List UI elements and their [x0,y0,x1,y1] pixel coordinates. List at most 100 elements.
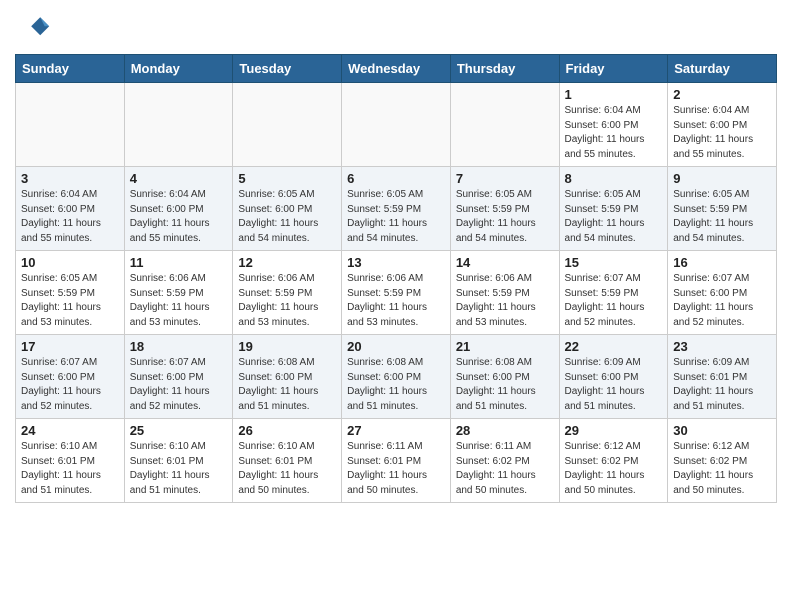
day-number: 19 [238,339,336,354]
calendar-cell: 1 Sunrise: 6:04 AM Sunset: 6:00 PM Daylig… [559,83,668,167]
calendar-cell: 22 Sunrise: 6:09 AM Sunset: 6:00 PM Dayli… [559,335,668,419]
calendar-cell: 26 Sunrise: 6:10 AM Sunset: 6:01 PM Dayli… [233,419,342,503]
calendar-cell: 30Sunrise: 6:12 AM Sunset: 6:02 PM Dayli… [668,419,777,503]
cell-info: Sunrise: 6:10 AM Sunset: 6:01 PM Dayligh… [238,440,336,498]
day-number: 24 [21,423,119,438]
cell-info: Sunrise: 6:07 AM Sunset: 6:00 PM Dayligh… [21,356,119,414]
calendar-week-5: 24 Sunrise: 6:10 AM Sunset: 6:01 PM Dayli… [16,419,777,503]
calendar-week-3: 10 Sunrise: 6:05 AM Sunset: 5:59 PM Dayli… [16,251,777,335]
calendar-cell: 29 Sunrise: 6:12 AM Sunset: 6:02 PM Dayli… [559,419,668,503]
cell-info: Sunrise: 6:11 AM Sunset: 6:02 PM Dayligh… [456,440,554,498]
calendar-week-4: 17 Sunrise: 6:07 AM Sunset: 6:00 PM Dayli… [16,335,777,419]
cell-info: Sunrise: 6:11 AM Sunset: 6:01 PM Dayligh… [347,440,445,498]
cell-info: Sunrise: 6:09 AM Sunset: 6:00 PM Dayligh… [565,356,663,414]
day-number: 11 [130,255,228,270]
cell-info: Sunrise: 6:06 AM Sunset: 5:59 PM Dayligh… [347,272,445,330]
calendar-cell [124,83,233,167]
day-number: 26 [238,423,336,438]
day-number: 4 [130,171,228,186]
day-number: 13 [347,255,445,270]
calendar-cell: 18Sunrise: 6:07 AM Sunset: 6:00 PM Dayli… [124,335,233,419]
day-number: 12 [238,255,336,270]
calendar-cell: 27 Sunrise: 6:11 AM Sunset: 6:01 PM Dayli… [342,419,451,503]
calendar-cell: 10 Sunrise: 6:05 AM Sunset: 5:59 PM Dayli… [16,251,125,335]
logo [15,10,55,46]
calendar-table: SundayMondayTuesdayWednesdayThursdayFrid… [15,54,777,503]
calendar-cell: 15Sunrise: 6:07 AM Sunset: 5:59 PM Dayli… [559,251,668,335]
cell-info: Sunrise: 6:05 AM Sunset: 5:59 PM Dayligh… [673,188,771,246]
day-number: 25 [130,423,228,438]
calendar-cell: 7 Sunrise: 6:05 AM Sunset: 5:59 PM Daylig… [450,167,559,251]
cell-info: Sunrise: 6:05 AM Sunset: 6:00 PM Dayligh… [238,188,336,246]
calendar-cell: 6 Sunrise: 6:05 AM Sunset: 5:59 PM Daylig… [342,167,451,251]
day-number: 7 [456,171,554,186]
calendar-cell: 12 Sunrise: 6:06 AM Sunset: 5:59 PM Dayli… [233,251,342,335]
cell-info: Sunrise: 6:12 AM Sunset: 6:02 PM Dayligh… [673,440,771,498]
cell-info: Sunrise: 6:05 AM Sunset: 5:59 PM Dayligh… [347,188,445,246]
calendar-header-tuesday: Tuesday [233,55,342,83]
cell-info: Sunrise: 6:06 AM Sunset: 5:59 PM Dayligh… [130,272,228,330]
day-number: 3 [21,171,119,186]
cell-info: Sunrise: 6:05 AM Sunset: 5:59 PM Dayligh… [456,188,554,246]
calendar-cell: 25 Sunrise: 6:10 AM Sunset: 6:01 PM Dayli… [124,419,233,503]
calendar-cell [16,83,125,167]
calendar-header-saturday: Saturday [668,55,777,83]
calendar-cell [233,83,342,167]
calendar-header-sunday: Sunday [16,55,125,83]
cell-info: Sunrise: 6:04 AM Sunset: 6:00 PM Dayligh… [565,104,663,162]
calendar-week-1: 1 Sunrise: 6:04 AM Sunset: 6:00 PM Daylig… [16,83,777,167]
calendar-cell [450,83,559,167]
day-number: 8 [565,171,663,186]
calendar-cell: 3 Sunrise: 6:04 AM Sunset: 6:00 PM Daylig… [16,167,125,251]
day-number: 1 [565,87,663,102]
logo-icon [15,10,51,46]
day-number: 27 [347,423,445,438]
calendar-cell: 24 Sunrise: 6:10 AM Sunset: 6:01 PM Dayli… [16,419,125,503]
calendar-header-thursday: Thursday [450,55,559,83]
calendar-cell: 21Sunrise: 6:08 AM Sunset: 6:00 PM Dayli… [450,335,559,419]
cell-info: Sunrise: 6:12 AM Sunset: 6:02 PM Dayligh… [565,440,663,498]
day-number: 22 [565,339,663,354]
cell-info: Sunrise: 6:10 AM Sunset: 6:01 PM Dayligh… [130,440,228,498]
cell-info: Sunrise: 6:05 AM Sunset: 5:59 PM Dayligh… [21,272,119,330]
page: SundayMondayTuesdayWednesdayThursdayFrid… [0,0,792,513]
day-number: 17 [21,339,119,354]
cell-info: Sunrise: 6:07 AM Sunset: 5:59 PM Dayligh… [565,272,663,330]
header [15,10,777,46]
calendar-cell: 16Sunrise: 6:07 AM Sunset: 6:00 PM Dayli… [668,251,777,335]
day-number: 9 [673,171,771,186]
day-number: 16 [673,255,771,270]
calendar-week-2: 3 Sunrise: 6:04 AM Sunset: 6:00 PM Daylig… [16,167,777,251]
calendar-header-monday: Monday [124,55,233,83]
calendar-cell: 13 Sunrise: 6:06 AM Sunset: 5:59 PM Dayli… [342,251,451,335]
calendar-cell: 4 Sunrise: 6:04 AM Sunset: 6:00 PM Daylig… [124,167,233,251]
cell-info: Sunrise: 6:06 AM Sunset: 5:59 PM Dayligh… [238,272,336,330]
day-number: 6 [347,171,445,186]
cell-info: Sunrise: 6:10 AM Sunset: 6:01 PM Dayligh… [21,440,119,498]
day-number: 2 [673,87,771,102]
day-number: 29 [565,423,663,438]
calendar-cell: 9 Sunrise: 6:05 AM Sunset: 5:59 PM Daylig… [668,167,777,251]
day-number: 21 [456,339,554,354]
calendar-cell: 11 Sunrise: 6:06 AM Sunset: 5:59 PM Dayli… [124,251,233,335]
calendar-cell: 20 Sunrise: 6:08 AM Sunset: 6:00 PM Dayli… [342,335,451,419]
calendar-header-friday: Friday [559,55,668,83]
cell-info: Sunrise: 6:04 AM Sunset: 6:00 PM Dayligh… [130,188,228,246]
day-number: 20 [347,339,445,354]
calendar-header-row: SundayMondayTuesdayWednesdayThursdayFrid… [16,55,777,83]
cell-info: Sunrise: 6:04 AM Sunset: 6:00 PM Dayligh… [673,104,771,162]
day-number: 10 [21,255,119,270]
day-number: 14 [456,255,554,270]
calendar-header-wednesday: Wednesday [342,55,451,83]
day-number: 28 [456,423,554,438]
cell-info: Sunrise: 6:08 AM Sunset: 6:00 PM Dayligh… [238,356,336,414]
cell-info: Sunrise: 6:04 AM Sunset: 6:00 PM Dayligh… [21,188,119,246]
cell-info: Sunrise: 6:08 AM Sunset: 6:00 PM Dayligh… [347,356,445,414]
calendar-cell: 2 Sunrise: 6:04 AM Sunset: 6:00 PM Daylig… [668,83,777,167]
calendar-cell: 19 Sunrise: 6:08 AM Sunset: 6:00 PM Dayli… [233,335,342,419]
cell-info: Sunrise: 6:09 AM Sunset: 6:01 PM Dayligh… [673,356,771,414]
calendar-cell: 28 Sunrise: 6:11 AM Sunset: 6:02 PM Dayli… [450,419,559,503]
cell-info: Sunrise: 6:06 AM Sunset: 5:59 PM Dayligh… [456,272,554,330]
calendar-cell: 8Sunrise: 6:05 AM Sunset: 5:59 PM Daylig… [559,167,668,251]
cell-info: Sunrise: 6:07 AM Sunset: 6:00 PM Dayligh… [130,356,228,414]
